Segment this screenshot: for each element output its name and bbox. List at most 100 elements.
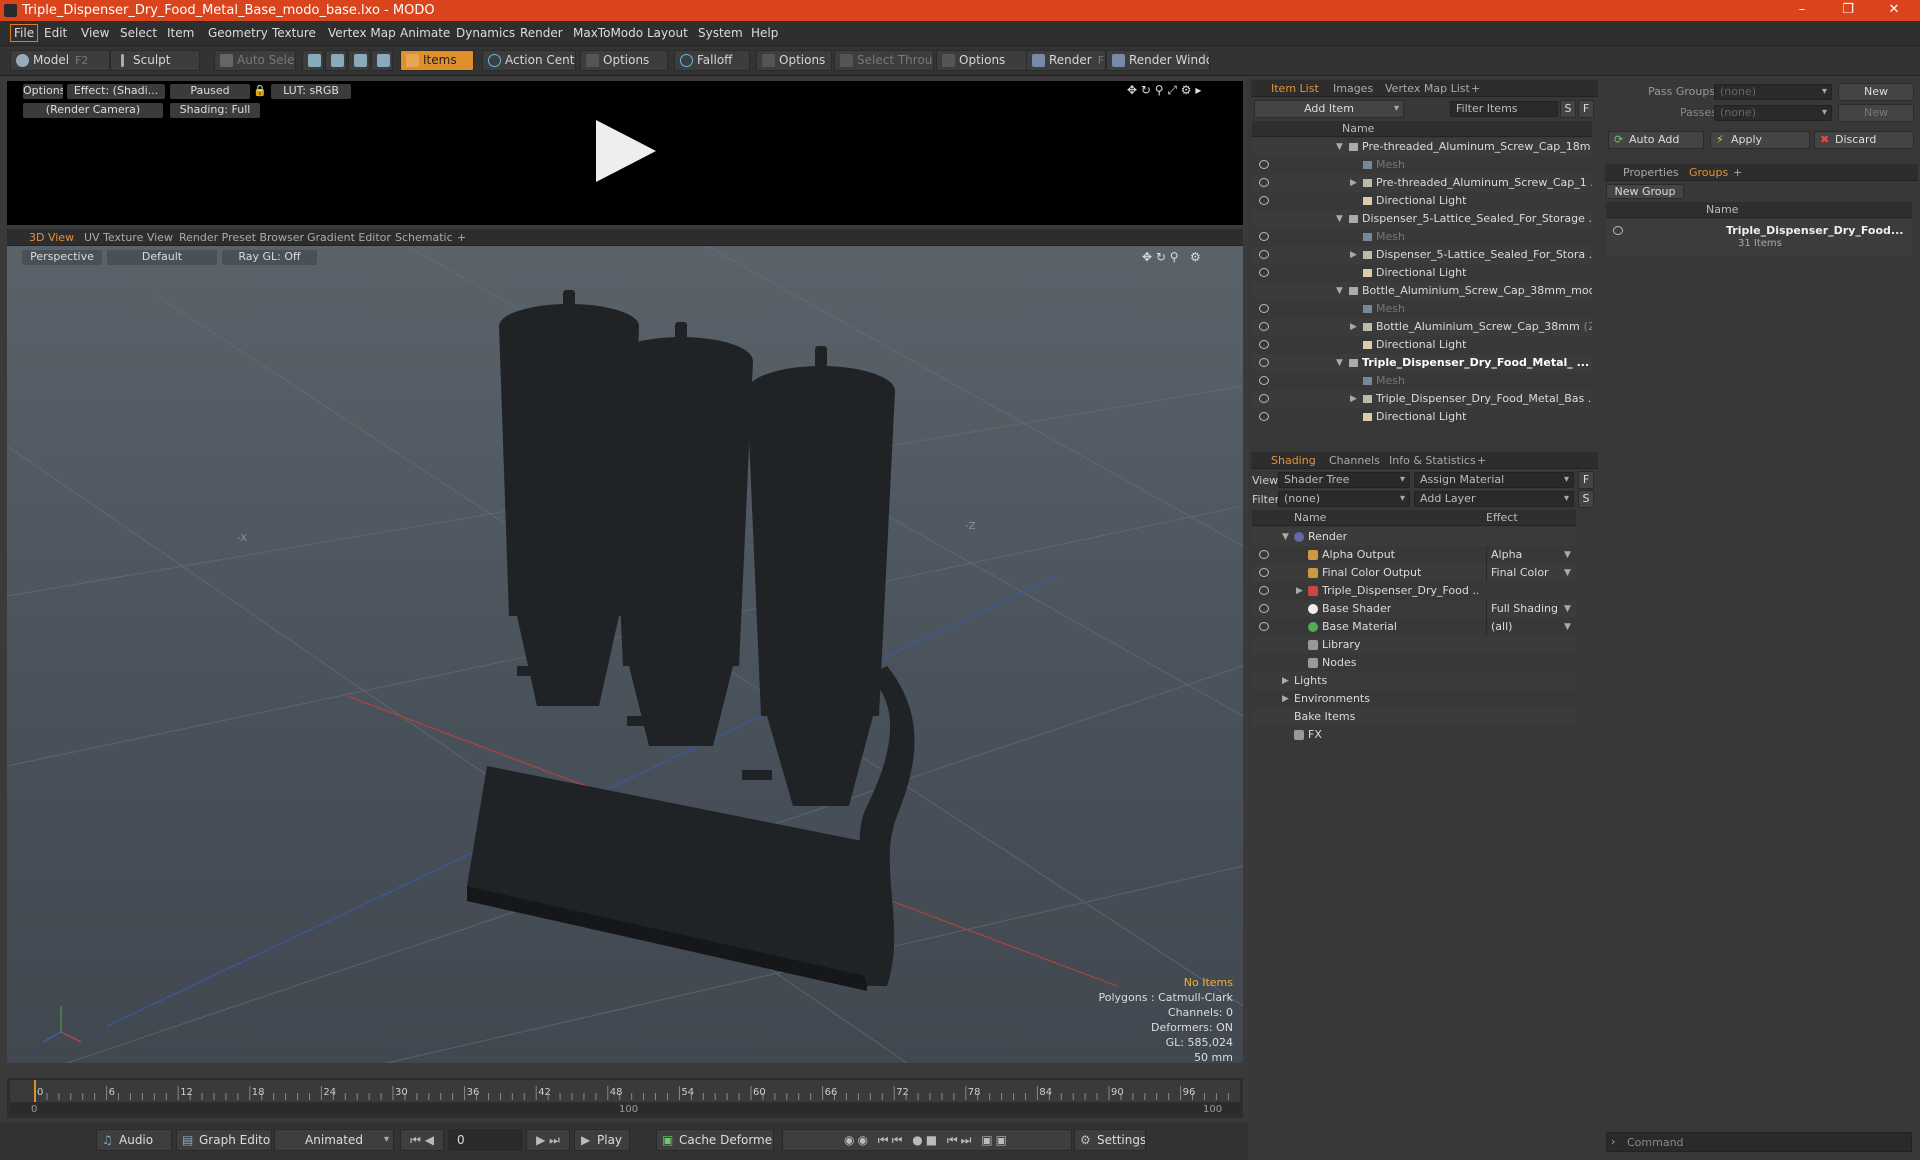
item-row[interactable]: Mesh bbox=[1252, 156, 1592, 174]
add-tab-icon[interactable]: + bbox=[457, 230, 466, 245]
menu-dynamics[interactable]: Dynamics bbox=[456, 26, 515, 40]
menu-texture[interactable]: Texture bbox=[272, 26, 316, 40]
shader-row[interactable]: Base Material (all) ▼ bbox=[1252, 618, 1576, 636]
visibility-eye-icon[interactable] bbox=[1259, 178, 1269, 187]
menu-vertex-map[interactable]: Vertex Map bbox=[328, 26, 396, 40]
visibility-eye-icon[interactable] bbox=[1259, 232, 1269, 241]
step-back-buttons[interactable]: ⏮ ◀ bbox=[400, 1129, 444, 1151]
action-center-button[interactable]: Action Center bbox=[482, 50, 576, 71]
new-group-button[interactable]: New Group bbox=[1606, 184, 1684, 199]
shader-row[interactable]: ▶ Environments bbox=[1252, 690, 1576, 708]
shader-row[interactable]: Base Shader Full Shading ▼ bbox=[1252, 600, 1576, 618]
discard-button[interactable]: ✖ Discard bbox=[1814, 131, 1914, 149]
shading-f-button[interactable]: F bbox=[1578, 471, 1594, 489]
add-tab-icon[interactable]: + bbox=[1477, 453, 1486, 468]
model-mode-button[interactable]: Model F2 bbox=[10, 50, 110, 71]
chevron-down-icon[interactable]: ▼ bbox=[1564, 546, 1571, 564]
expand-arrow-icon[interactable]: ▼ bbox=[1336, 354, 1343, 372]
tab-item-list[interactable]: Item List bbox=[1271, 81, 1319, 96]
menu-system[interactable]: System bbox=[698, 26, 743, 40]
preview-camera-dropdown[interactable]: (Render Camera) bbox=[23, 103, 163, 118]
tab-3d-view[interactable]: 3D View bbox=[29, 230, 74, 245]
visibility-eye-icon[interactable] bbox=[1259, 160, 1269, 169]
menu-geometry[interactable]: Geometry bbox=[208, 26, 268, 40]
item-row[interactable]: ▶ Bottle_Aluminium_Screw_Cap_38mm(2) bbox=[1252, 318, 1592, 336]
shader-row[interactable]: Nodes bbox=[1252, 654, 1576, 672]
assign-material-dropdown[interactable]: Assign Material bbox=[1414, 472, 1574, 488]
menu-help[interactable]: Help bbox=[751, 26, 778, 40]
shader-row[interactable]: ▼ Render bbox=[1252, 528, 1576, 546]
expand-arrow-icon[interactable]: ▶ bbox=[1282, 690, 1289, 708]
expand-arrow-icon[interactable]: ▼ bbox=[1336, 138, 1343, 156]
menu-layout[interactable]: Layout bbox=[647, 26, 688, 40]
tab-channels[interactable]: Channels bbox=[1329, 453, 1380, 468]
menu-render[interactable]: Render bbox=[520, 26, 563, 40]
auto-select-button[interactable]: Auto Select bbox=[214, 50, 296, 71]
menu-item[interactable]: Item bbox=[167, 26, 194, 40]
group-row[interactable]: Triple_Dispenser_Dry_Food... 31 Items bbox=[1606, 220, 1912, 256]
edges-mode-button[interactable] bbox=[325, 50, 347, 71]
chevron-down-icon[interactable]: ▼ bbox=[1564, 600, 1571, 618]
materials-mode-button[interactable] bbox=[371, 50, 393, 71]
expand-arrow-icon[interactable]: ▶ bbox=[1282, 672, 1289, 690]
chevron-down-icon[interactable]: ▼ bbox=[1564, 564, 1571, 582]
vertices-mode-button[interactable] bbox=[302, 50, 324, 71]
falloff-options-button[interactable]: Options bbox=[756, 50, 832, 71]
restore-button[interactable]: ❐ bbox=[1826, 0, 1870, 21]
filter-items-input[interactable]: Filter Items bbox=[1450, 101, 1558, 117]
close-button[interactable]: ✕ bbox=[1872, 0, 1916, 21]
item-row[interactable]: Directional Light bbox=[1252, 336, 1592, 354]
preview-shading-dropdown[interactable]: Shading: Full bbox=[170, 103, 260, 118]
tab-render-preset-browser[interactable]: Render Preset Browser bbox=[179, 230, 304, 245]
item-row[interactable]: Directional Light bbox=[1252, 408, 1592, 426]
shading-s-button[interactable]: S bbox=[1578, 490, 1594, 508]
menu-maxtomodo[interactable]: MaxToModo bbox=[573, 26, 643, 40]
visibility-eye-icon[interactable] bbox=[1259, 322, 1269, 331]
preview-nav-icons[interactable]: ✥ ↻ ⚲ ⤢ ⚙ ▸ bbox=[1127, 83, 1201, 98]
visibility-eye-icon[interactable] bbox=[1259, 586, 1269, 595]
tab-gradient-editor[interactable]: Gradient Editor bbox=[307, 230, 391, 245]
shader-row-effect-dropdown[interactable]: (all) bbox=[1486, 618, 1576, 636]
preview-paused-button[interactable]: Paused bbox=[170, 84, 250, 99]
sculpt-mode-button[interactable]: Sculpt bbox=[110, 50, 200, 71]
items-mode-button[interactable]: Items bbox=[400, 50, 474, 71]
action-center-options-button[interactable]: Options bbox=[580, 50, 668, 71]
preview-lut-dropdown[interactable]: LUT: sRGB bbox=[271, 84, 351, 99]
cache-deformers-button[interactable]: ▣ Cache Deformers bbox=[656, 1129, 774, 1151]
tab-groups[interactable]: Groups bbox=[1689, 165, 1728, 180]
play-icon[interactable] bbox=[590, 116, 660, 186]
group-visibility-eye-icon[interactable] bbox=[1613, 226, 1623, 235]
visibility-eye-icon[interactable] bbox=[1259, 268, 1269, 277]
audio-button[interactable]: ♫ Audio bbox=[96, 1129, 172, 1151]
expand-arrow-icon[interactable]: ▼ bbox=[1336, 282, 1343, 300]
tab-vertex-map-list[interactable]: Vertex Map List bbox=[1385, 81, 1470, 96]
new-pass-group-button[interactable]: New bbox=[1838, 83, 1914, 101]
visibility-eye-icon[interactable] bbox=[1259, 358, 1269, 367]
collapse-arrow-icon[interactable]: ▶ bbox=[1350, 174, 1357, 192]
tab-properties[interactable]: Properties bbox=[1623, 165, 1679, 180]
preview-effect-dropdown[interactable]: Effect: (Shadi... bbox=[67, 84, 165, 99]
visibility-eye-icon[interactable] bbox=[1259, 412, 1269, 421]
menu-edit[interactable]: Edit bbox=[44, 26, 67, 40]
tab-images[interactable]: Images bbox=[1333, 81, 1373, 96]
3d-viewport[interactable]: Perspective Default Ray GL: Off ✥ ↻ ⚲ ⚙ bbox=[7, 246, 1243, 1064]
menu-view[interactable]: View bbox=[81, 26, 109, 40]
play-button[interactable]: ▶ Play bbox=[574, 1129, 630, 1151]
preview-options-button[interactable]: Options bbox=[23, 84, 63, 99]
render-window-button[interactable]: Render Window bbox=[1106, 50, 1210, 71]
animated-dropdown[interactable]: Animated bbox=[274, 1129, 394, 1151]
visibility-eye-icon[interactable] bbox=[1259, 340, 1269, 349]
expand-arrow-icon[interactable]: ▼ bbox=[1336, 210, 1343, 228]
command-field[interactable]: › Command bbox=[1606, 1132, 1912, 1152]
add-item-button[interactable]: Add Item bbox=[1254, 100, 1404, 118]
expand-arrow-icon[interactable]: ▼ bbox=[1282, 528, 1289, 546]
timeline[interactable]: 0 6 12 18 24 30 36 42 48 54 60 66 72 78 84 90 96 0 100 1… bbox=[7, 1078, 1243, 1118]
visibility-eye-icon[interactable] bbox=[1259, 550, 1269, 559]
apply-button[interactable]: ⚡ Apply bbox=[1710, 131, 1810, 149]
item-row[interactable]: Mesh bbox=[1252, 372, 1592, 390]
collapse-arrow-icon[interactable]: ▶ bbox=[1350, 318, 1357, 336]
lock-icon[interactable]: 🔒 bbox=[253, 84, 265, 99]
visibility-eye-icon[interactable] bbox=[1259, 622, 1269, 631]
item-row[interactable]: Directional Light bbox=[1252, 264, 1592, 282]
shader-row[interactable]: Library bbox=[1252, 636, 1576, 654]
